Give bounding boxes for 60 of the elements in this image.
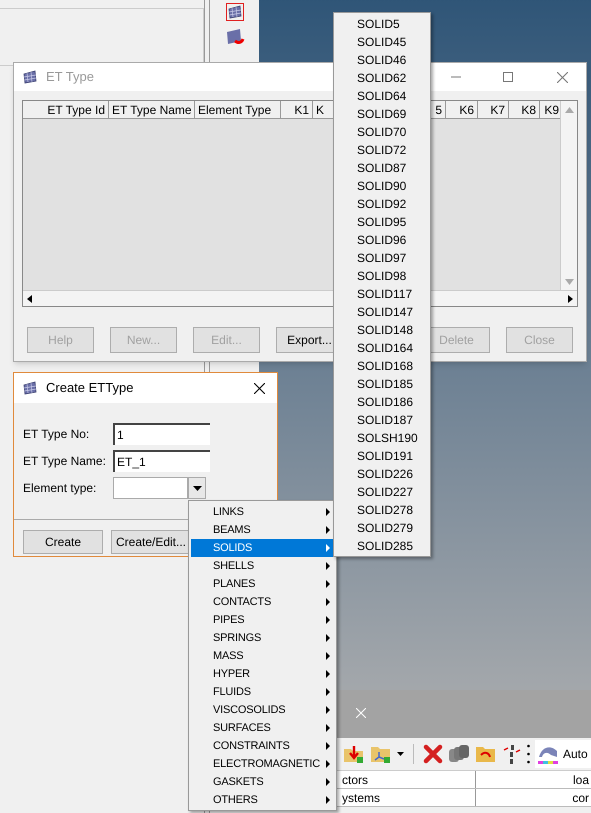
menu-item[interactable]: HYPER [191,665,334,683]
field-label: ET Type No: [23,426,90,443]
menu-item[interactable]: ELECTROMAGNETIC [191,755,334,773]
menu-item[interactable]: SHELLS [191,557,334,575]
menu-item[interactable]: LINKS [191,503,334,521]
menu-item[interactable]: PIPES [191,611,334,629]
menu-item[interactable]: SOLID95 [334,213,430,231]
preset-dropdown[interactable]: Auto [535,740,591,768]
menu-item[interactable]: SOLID96 [334,231,430,249]
menu-item[interactable]: SOLID45 [334,33,430,51]
menu-item[interactable]: SOLID191 [334,447,430,465]
menu-item[interactable]: SOLID46 [334,51,430,69]
menu-item[interactable]: SOLID227 [334,483,430,501]
menu-item[interactable]: SOLID70 [334,123,430,141]
menu-item[interactable]: SOLID278 [334,501,430,519]
column-header: ET Type Id [23,101,109,118]
menu-item[interactable]: SOLID285 [334,537,430,555]
menu-item[interactable]: CONTACTS [191,593,334,611]
text-field[interactable]: ET_1 [113,450,210,472]
table-cell-text: loa [572,772,590,788]
menu-item[interactable]: MASS [191,647,334,665]
column-header: K1 [281,101,313,118]
menu-item[interactable]: SOLSH190 [334,429,430,447]
column-header: K7 [478,101,509,118]
menu-item[interactable]: SOLID98 [334,267,430,285]
menu-item[interactable]: SOLID87 [334,159,430,177]
field-label: Element type: [23,480,98,497]
column-header: K6 [446,101,478,118]
menu-item[interactable]: SOLID92 [334,195,430,213]
column-header: ET Type Name [109,101,195,118]
menu-item[interactable]: CONSTRAINTS [191,737,334,755]
menu-item[interactable]: SOLID279 [334,519,430,537]
menu-item[interactable]: SOLID226 [334,465,430,483]
window-title: Create ETType [46,379,134,398]
menu-item[interactable]: SOLID90 [334,177,430,195]
menu-item[interactable]: SOLID186 [334,393,430,411]
dialog-button[interactable]: Create [23,530,103,554]
menu-item[interactable]: SOLID62 [334,69,430,87]
column-header: K8 [509,101,540,118]
menu-item[interactable]: SOLID5 [334,15,430,33]
menu-item[interactable]: FLUIDS [191,683,334,701]
menu-item[interactable]: SPRINGS [191,629,334,647]
menu-item[interactable]: SOLID147 [334,303,430,321]
menu-item[interactable]: VISCOSOLIDS [191,701,334,719]
menu-item[interactable]: SOLID185 [334,375,430,393]
dialog-button[interactable]: Create/Edit... [111,530,191,554]
menu-item[interactable]: SOLIDS [191,539,334,557]
menu-item[interactable]: SOLID187 [334,411,430,429]
field-label: ET Type Name: [23,453,107,470]
menu-item[interactable]: SURFACES [191,719,334,737]
column-header: Element Type [195,101,281,118]
menu-item[interactable]: SOLID117 [334,285,430,303]
menu-item[interactable]: SOLID72 [334,141,430,159]
menu-item[interactable]: SOLID168 [334,357,430,375]
table-cell-text: cor [571,790,590,806]
text-field[interactable]: 1 [113,423,210,445]
menu-item[interactable]: SOLID97 [334,249,430,267]
window-title: ET Type [46,68,94,86]
menu-item[interactable]: PLANES [191,575,334,593]
menu-item[interactable]: BEAMS [191,521,334,539]
